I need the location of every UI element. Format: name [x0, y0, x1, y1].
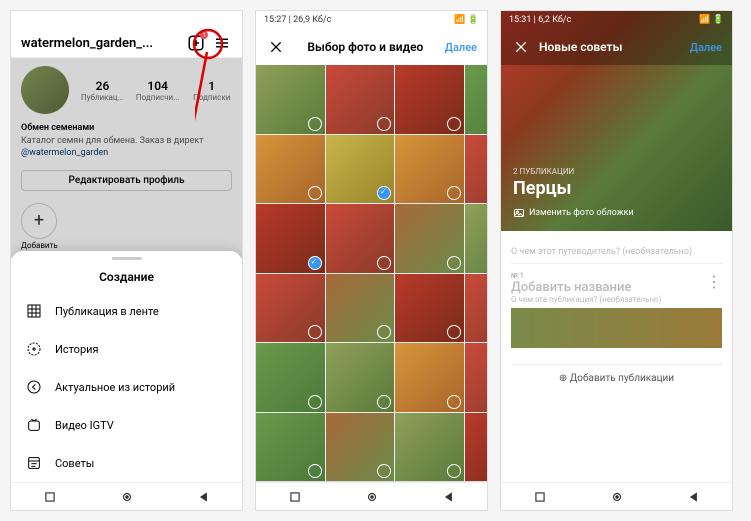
picker-title: Выбор фото и видео [294, 40, 437, 54]
sheet-item-igtv[interactable]: Видео IGTV [11, 406, 242, 444]
guide-title: Новые советы [539, 40, 682, 54]
photo-cell[interactable] [395, 413, 464, 482]
cover-title-input[interactable]: Перцы [513, 178, 720, 199]
bio-category: Каталог семян для обмена. Заказ в директ [21, 135, 232, 148]
check-icon [377, 186, 391, 200]
photo-cell[interactable] [326, 343, 395, 412]
status-icons: 📶 🔋 [454, 15, 479, 25]
image-icon [513, 207, 525, 219]
username[interactable]: watermelon_garden_... [21, 36, 180, 51]
photo-cell[interactable] [395, 204, 464, 273]
guide-body: О чем этот путеводитель? (необязательно)… [501, 231, 732, 510]
android-navbar [256, 482, 487, 510]
photo-cell[interactable] [256, 135, 325, 204]
sheet-item-story[interactable]: История [11, 330, 242, 368]
nav-recent-icon[interactable] [40, 487, 60, 507]
create-bottom-sheet: Создание Публикация в ленте История Акту… [11, 251, 242, 482]
android-navbar [11, 482, 242, 510]
photo-cell[interactable] [256, 274, 325, 343]
photo-cell[interactable] [326, 204, 395, 273]
nav-back-icon[interactable] [194, 487, 214, 507]
edit-profile-button[interactable]: Редактировать профиль [21, 170, 232, 191]
next-button[interactable]: Далее [690, 41, 722, 54]
photo-cell[interactable] [326, 135, 395, 204]
igtv-icon [25, 416, 43, 434]
next-button[interactable]: Далее [445, 41, 477, 54]
profile-body-dimmed: 26Публикац... 104Подписчи... 1Подписки О… [11, 58, 242, 258]
photo-cell[interactable] [326, 413, 395, 482]
avatar[interactable] [21, 66, 69, 114]
guide-icon [25, 454, 43, 472]
photo-cell[interactable] [465, 413, 488, 482]
check-icon [308, 256, 322, 270]
cover-count: 2 ПУБЛИКАЦИИ [513, 167, 720, 176]
story-icon [25, 340, 43, 358]
photo-cell[interactable] [465, 204, 488, 273]
sheet-title: Создание [11, 266, 242, 292]
status-bar: 15:27 | 26,9 Кб/с 📶 🔋 [256, 11, 487, 29]
stat-posts[interactable]: 26Публикац... [81, 79, 124, 102]
nav-back-icon[interactable] [684, 487, 704, 507]
status-bar [11, 11, 242, 29]
phone-profile: watermelon_garden_... 1 26Публикац... 10… [10, 10, 243, 511]
sheet-item-guides[interactable]: Советы [11, 444, 242, 482]
photo-cell[interactable] [395, 274, 464, 343]
picker-header: Выбор фото и видео Далее [256, 29, 487, 65]
photo-cell[interactable] [465, 343, 488, 412]
nav-recent-icon[interactable] [285, 487, 305, 507]
item-title-input[interactable]: Добавить название [511, 280, 722, 295]
notification-badge: 1 [200, 31, 208, 39]
nav-home-icon[interactable] [607, 487, 627, 507]
status-bar: 15:31 | 6,2 Кб/с 📶 🔋 [501, 11, 732, 29]
more-icon[interactable]: ⋮ [706, 272, 722, 291]
sheet-item-highlight[interactable]: Актуальное из историй [11, 368, 242, 406]
item-subtitle-input[interactable]: О чем эта публикация? (необязательно) [511, 295, 722, 304]
change-cover-button[interactable]: Изменить фото обложки [513, 207, 720, 219]
photo-grid [256, 65, 487, 481]
photo-cell[interactable] [326, 274, 395, 343]
new-story-highlight[interactable]: + Добавить [11, 195, 242, 258]
bio-mention[interactable]: @watermelon_garden [21, 147, 232, 160]
highlight-icon [25, 378, 43, 396]
photo-cell[interactable] [256, 204, 325, 273]
photo-cell[interactable] [395, 343, 464, 412]
photo-cell[interactable] [465, 65, 488, 134]
photo-cell[interactable] [395, 65, 464, 134]
guide-description-input[interactable]: О чем этот путеводитель? (необязательно) [511, 241, 722, 264]
guide-item: № 1 Добавить название О чем эта публикац… [511, 264, 722, 356]
photo-cell[interactable] [256, 343, 325, 412]
phone-picker: 15:27 | 26,9 Кб/с 📶 🔋 Выбор фото и видео… [255, 10, 488, 511]
nav-back-icon[interactable] [439, 487, 459, 507]
item-number: № 1 [511, 272, 722, 280]
nav-recent-icon[interactable] [530, 487, 550, 507]
photo-cell[interactable] [256, 65, 325, 134]
photo-cell[interactable] [256, 413, 325, 482]
create-plus-icon[interactable]: 1 [186, 33, 206, 53]
photo-cell[interactable] [395, 135, 464, 204]
guide-header: Новые советы Далее [501, 29, 732, 65]
plus-icon: + [21, 203, 57, 239]
close-icon[interactable] [266, 37, 286, 57]
bio-title: Обмен семенами [21, 122, 232, 135]
nav-home-icon[interactable] [117, 487, 137, 507]
stat-followers[interactable]: 104Подписчи... [136, 79, 180, 102]
sheet-handle[interactable] [112, 257, 142, 260]
item-thumbnail[interactable] [511, 308, 722, 348]
stat-following[interactable]: 1Подписки [191, 79, 232, 102]
hamburger-menu-icon[interactable] [212, 33, 232, 53]
photo-cell[interactable] [465, 274, 488, 343]
photo-cell[interactable] [326, 65, 395, 134]
sheet-item-feed[interactable]: Публикация в ленте [11, 292, 242, 330]
grid-icon [25, 302, 43, 320]
android-navbar [501, 482, 732, 510]
nav-home-icon[interactable] [362, 487, 382, 507]
profile-header: watermelon_garden_... 1 [11, 29, 242, 58]
photo-cell[interactable] [465, 135, 488, 204]
phone-guide-editor: 15:31 | 6,2 Кб/с 📶 🔋 Новые советы Далее … [500, 10, 733, 511]
add-posts-button[interactable]: ⊕ Добавить публикации [511, 364, 722, 392]
close-icon[interactable] [511, 37, 531, 57]
